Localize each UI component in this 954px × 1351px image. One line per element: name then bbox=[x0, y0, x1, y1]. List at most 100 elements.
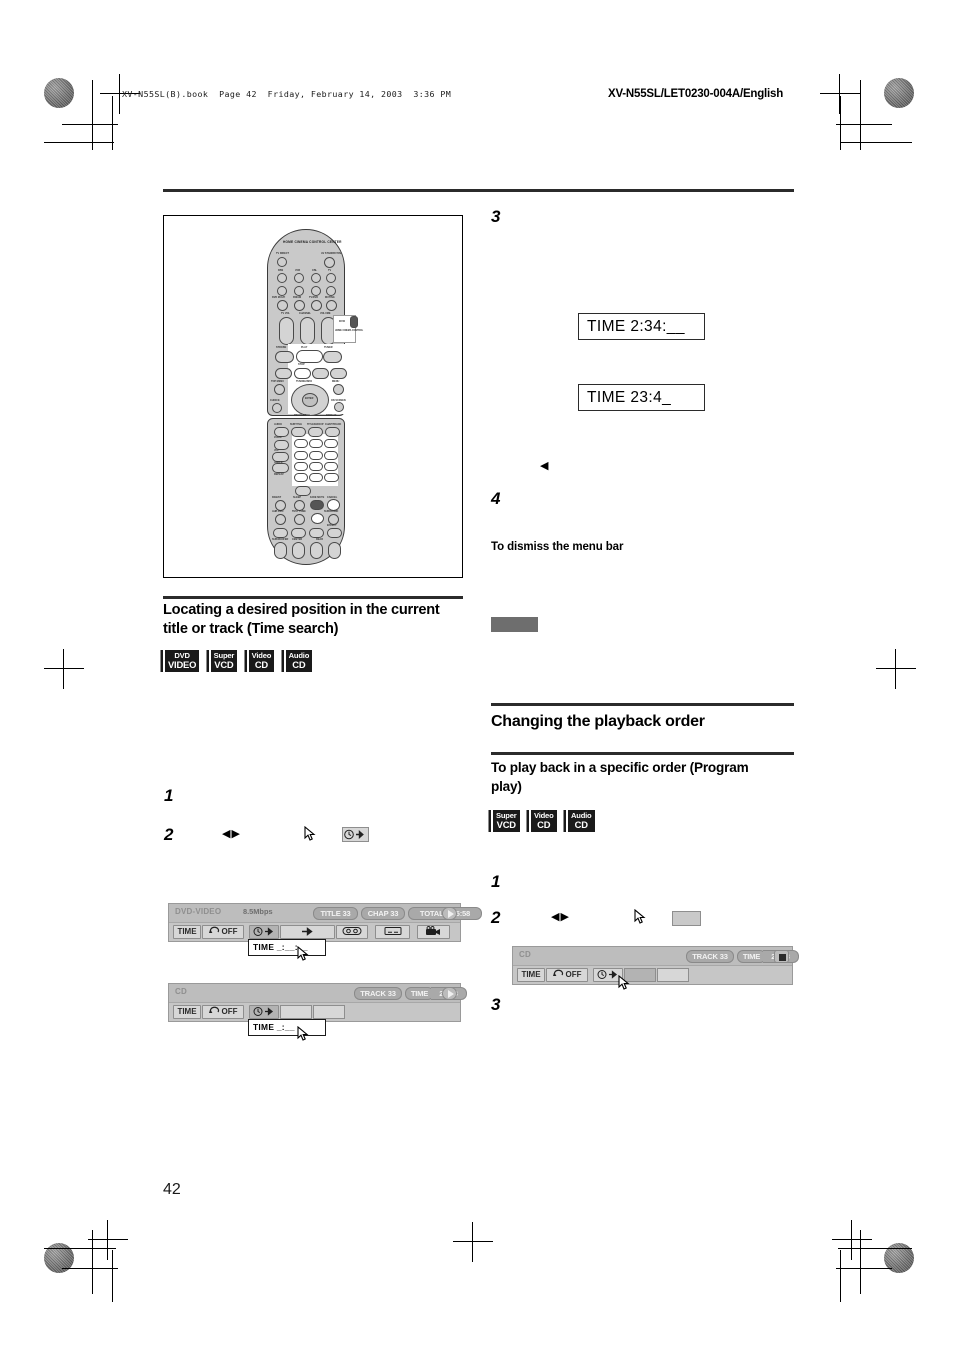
play-triangle-icon-cd bbox=[447, 990, 454, 998]
button-menu[interactable] bbox=[333, 384, 344, 395]
osd-dvd-cell-time[interactable]: TIME bbox=[173, 925, 201, 939]
label-tv: TV bbox=[328, 269, 332, 272]
button-tv-direct[interactable] bbox=[277, 257, 287, 267]
label-sleep: SLEEP bbox=[293, 496, 302, 499]
key-3[interactable] bbox=[324, 439, 338, 448]
time-display-box-2: TIME 23:4_ bbox=[578, 384, 705, 411]
section-rule-playback-order bbox=[491, 703, 794, 707]
badge-dvd-video: DVD VIDEO bbox=[163, 650, 200, 673]
button-forward[interactable] bbox=[330, 368, 347, 379]
label-tv-direct: TV DIRECT bbox=[276, 252, 290, 255]
button-on-screen[interactable] bbox=[334, 402, 344, 412]
mode-switch-knob[interactable] bbox=[350, 316, 358, 328]
page-number: 42 bbox=[163, 1181, 181, 1198]
button-vcr-1[interactable] bbox=[294, 273, 304, 283]
button-test-tone[interactable] bbox=[294, 514, 305, 525]
button-dbs-1[interactable] bbox=[277, 273, 287, 283]
button-ahb-pro[interactable] bbox=[275, 514, 286, 525]
button-angle[interactable] bbox=[272, 463, 289, 473]
osd-cd-cell-repeat-off[interactable]: OFF bbox=[202, 1005, 244, 1019]
osd-dvd-cell-time-search[interactable] bbox=[249, 925, 279, 939]
crop-mark-br-h bbox=[838, 1248, 912, 1250]
label-subwoofer: SUBWOOFER bbox=[272, 538, 289, 541]
osd-dvd-cell-angle[interactable] bbox=[417, 925, 450, 939]
button-tv-1[interactable] bbox=[326, 273, 336, 283]
key-2[interactable] bbox=[309, 439, 323, 448]
button-chap-track[interactable] bbox=[325, 427, 340, 437]
dpad-enter-button[interactable] bbox=[302, 393, 318, 407]
osd-dvd-time-entry-popup[interactable]: TIME _:__:__ bbox=[248, 939, 326, 956]
osd-dvd-chip-title: TITLE 33 bbox=[313, 906, 358, 920]
button-cbl-2[interactable] bbox=[311, 286, 321, 296]
key-0[interactable] bbox=[294, 473, 308, 482]
rocker-center[interactable] bbox=[292, 542, 305, 559]
osd-cd-time-entry-popup[interactable]: TIME _:__ bbox=[248, 1019, 326, 1036]
button-pause[interactable] bbox=[312, 368, 329, 379]
key-5[interactable] bbox=[309, 451, 323, 460]
label-zoom: ZOOM bbox=[274, 436, 282, 439]
button-stop[interactable] bbox=[294, 368, 311, 379]
key-8[interactable] bbox=[309, 462, 323, 471]
button-effect-3[interactable] bbox=[309, 528, 324, 538]
rocker-rear-r[interactable] bbox=[328, 542, 341, 559]
button-effect-4[interactable] bbox=[327, 528, 342, 538]
osd-cd-disc-label: CD bbox=[175, 986, 187, 996]
button-av-standby[interactable] bbox=[324, 257, 335, 268]
button-tv-dvd[interactable] bbox=[311, 300, 322, 311]
key-4[interactable] bbox=[294, 451, 308, 460]
osd-dvd-cell-subtitle[interactable] bbox=[375, 925, 410, 939]
key-6[interactable] bbox=[324, 451, 338, 460]
rocker-rear-l[interactable] bbox=[310, 542, 323, 559]
button-fade-mute[interactable] bbox=[310, 500, 324, 510]
button-prev[interactable] bbox=[275, 351, 294, 363]
crop-mark-bl-v bbox=[92, 1230, 94, 1294]
button-digest[interactable] bbox=[295, 486, 311, 496]
button-effect-2[interactable] bbox=[291, 528, 306, 538]
button-subtitle[interactable] bbox=[291, 427, 306, 437]
button-tv-2[interactable] bbox=[326, 286, 336, 296]
button-top-menu[interactable] bbox=[274, 384, 285, 395]
osd-cd-cell-time[interactable]: TIME bbox=[173, 1005, 201, 1019]
button-enter-keypad[interactable] bbox=[311, 513, 324, 524]
rocker-subwoofer[interactable] bbox=[274, 542, 287, 559]
osd-cd-program-cell-time[interactable]: TIME bbox=[517, 968, 545, 982]
label-muting: MUTING bbox=[325, 296, 335, 299]
key-100[interactable] bbox=[324, 473, 339, 482]
time-search-icon-button-step2[interactable] bbox=[342, 827, 369, 842]
osd-cd-cell-blank-2[interactable] bbox=[313, 1005, 345, 1019]
button-play[interactable] bbox=[296, 350, 323, 363]
rocker-channel[interactable] bbox=[300, 317, 315, 345]
button-muting[interactable] bbox=[326, 300, 337, 311]
badge-audio-cd: Audio CD bbox=[283, 650, 313, 673]
button-effect-1[interactable] bbox=[273, 528, 288, 538]
button-fm-am[interactable] bbox=[294, 300, 305, 311]
osd-dvd-cell-repeat-off[interactable]: OFF bbox=[202, 925, 244, 939]
registration-crosshair-bottom-right bbox=[832, 1220, 872, 1260]
button-rewind[interactable] bbox=[275, 368, 292, 379]
button-cbl-1[interactable] bbox=[311, 273, 321, 283]
cursor-left-right-arrows-program: ◀▶ bbox=[551, 911, 570, 923]
play-triangle-icon bbox=[447, 910, 454, 918]
program-icon-button[interactable] bbox=[672, 911, 701, 926]
rocker-tv-volume[interactable] bbox=[279, 317, 294, 345]
osd-cd-cell-blank-1[interactable] bbox=[280, 1005, 312, 1019]
key-7[interactable] bbox=[294, 462, 308, 471]
button-dvd-multi[interactable] bbox=[277, 300, 288, 311]
osd-cd-program-cell-blank[interactable] bbox=[657, 968, 689, 982]
osd-cd-cell-time-search[interactable] bbox=[249, 1005, 279, 1019]
osd-cd-program-cell-repeat-off[interactable]: OFF bbox=[546, 968, 588, 982]
key-9[interactable] bbox=[324, 462, 338, 471]
osd-dvd-cell-skip[interactable] bbox=[280, 925, 335, 939]
osd-dvd-cell-audio[interactable] bbox=[336, 925, 368, 939]
key-1[interactable] bbox=[294, 439, 308, 448]
button-vcr-2[interactable] bbox=[294, 286, 304, 296]
label-menu: MENU bbox=[332, 380, 340, 383]
button-title-group[interactable] bbox=[308, 427, 323, 437]
label-play: PLAY bbox=[301, 346, 308, 349]
button-choice[interactable] bbox=[272, 403, 282, 413]
button-dbs-2[interactable] bbox=[277, 286, 287, 296]
button-next[interactable] bbox=[323, 351, 342, 363]
osd-dvd-bitrate: 8.5Mbps bbox=[243, 907, 273, 916]
osd-cd-program-stop-indicator bbox=[774, 949, 789, 963]
key-plus10[interactable] bbox=[309, 473, 323, 482]
